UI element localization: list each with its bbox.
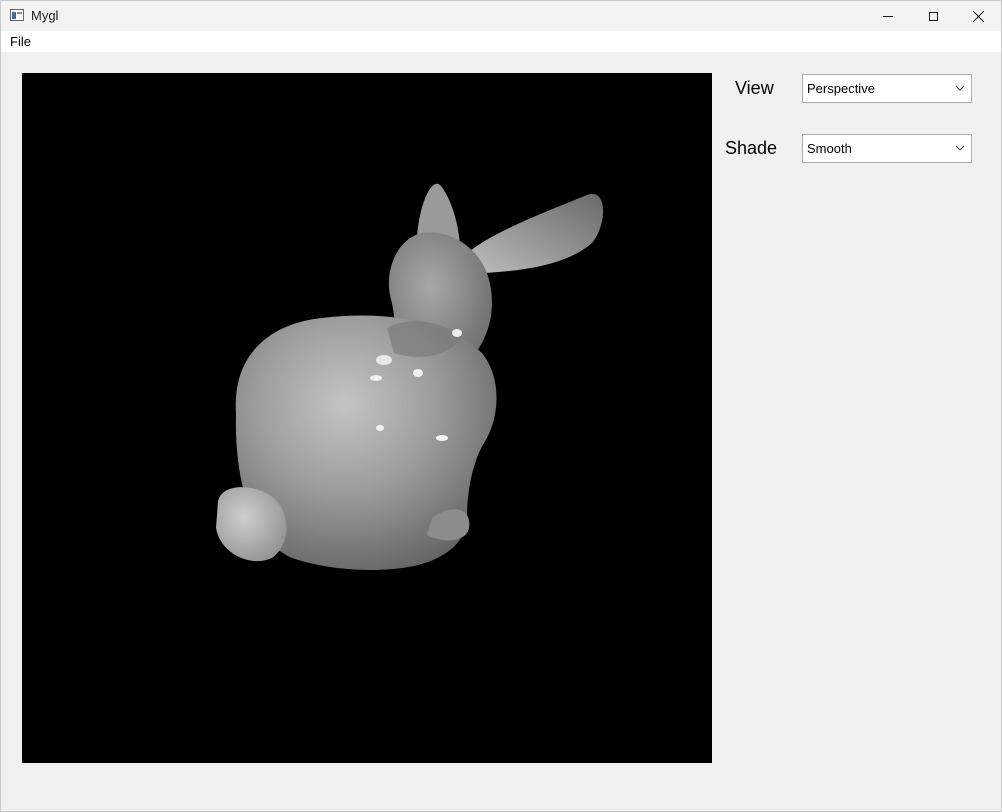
maximize-button[interactable] bbox=[910, 1, 956, 31]
gl-viewport[interactable] bbox=[22, 73, 712, 763]
app-window: Mygl File View Perspective Shade Smooth bbox=[0, 0, 1002, 812]
view-select[interactable]: Perspective bbox=[802, 74, 972, 103]
chevron-down-icon bbox=[955, 145, 965, 151]
minimize-button[interactable] bbox=[865, 1, 911, 31]
maximize-icon bbox=[928, 11, 938, 21]
title-bar[interactable]: Mygl bbox=[1, 1, 1001, 31]
shade-select-value: Smooth bbox=[807, 141, 852, 156]
chevron-down-icon bbox=[955, 85, 965, 91]
bunny-model bbox=[216, 183, 604, 570]
shade-select[interactable]: Smooth bbox=[802, 134, 972, 163]
menu-bar: File bbox=[1, 31, 1001, 52]
app-window-icon bbox=[10, 9, 24, 21]
menu-file[interactable]: File bbox=[5, 31, 36, 52]
close-button[interactable] bbox=[956, 1, 1002, 31]
view-label: View bbox=[735, 78, 774, 98]
minimize-icon bbox=[883, 15, 893, 17]
window-title: Mygl bbox=[31, 8, 59, 23]
shade-label: Shade bbox=[725, 138, 778, 158]
close-icon bbox=[973, 10, 985, 22]
view-select-value: Perspective bbox=[807, 81, 875, 96]
